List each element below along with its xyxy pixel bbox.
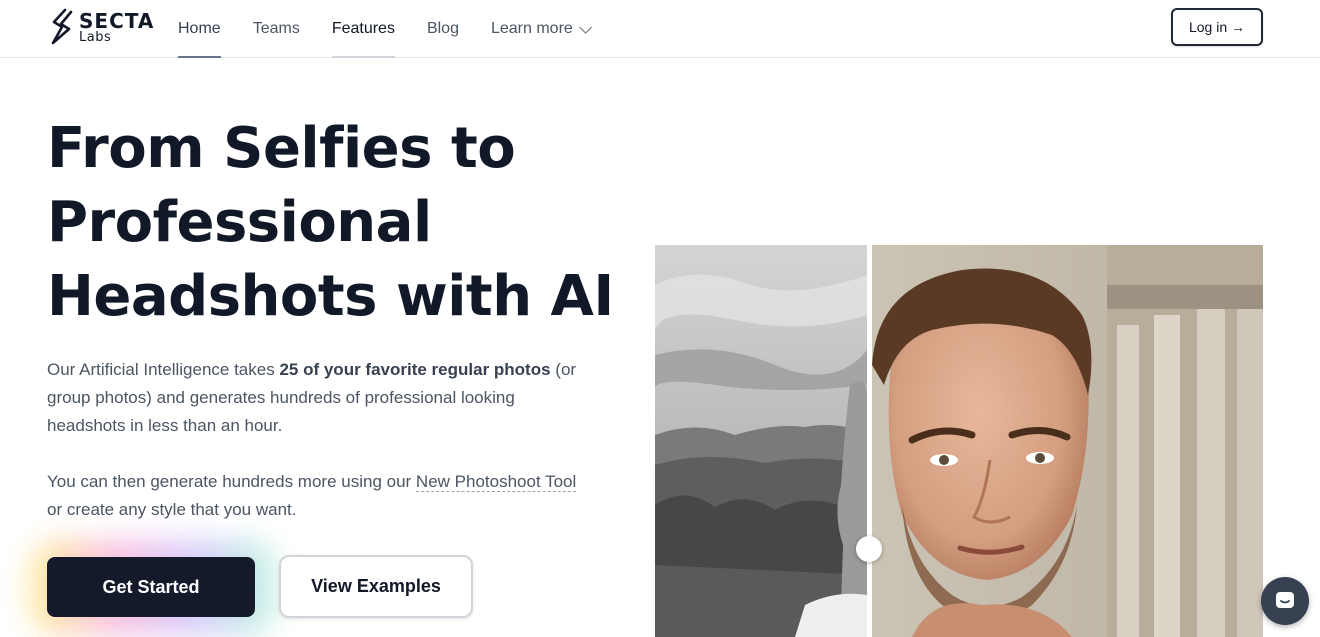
nav-home[interactable]: Home xyxy=(178,0,221,58)
site-header: SECTA Labs Home Teams Features Blog Lear… xyxy=(0,0,1320,58)
photoshoot-tool-link[interactable]: New Photoshoot Tool xyxy=(415,472,577,492)
photoshoot-text-1: You can then generate hundreds more usin… xyxy=(47,472,416,491)
hero-desc-text-1: Our Artificial Intelligence takes xyxy=(47,360,280,379)
brand-logo[interactable]: SECTA Labs xyxy=(47,6,157,48)
hero-desc-bold: 25 of your favorite regular photos xyxy=(279,360,551,379)
login-button[interactable]: Log in → xyxy=(1171,8,1263,46)
photoshoot-text-2: or create any style that you want. xyxy=(47,500,297,519)
hero-title-line-2: Professional xyxy=(47,190,432,255)
hero-title-line-3: Headshots with AI xyxy=(47,264,614,329)
nav-home-label: Home xyxy=(178,20,221,37)
nav-learn-more[interactable]: Learn more xyxy=(490,0,592,58)
nav-blog[interactable]: Blog xyxy=(427,0,459,58)
chevron-down-icon xyxy=(579,20,592,34)
nav-teams[interactable]: Teams xyxy=(253,0,300,58)
after-headshot-image xyxy=(872,245,1263,637)
brand-sub: Labs xyxy=(79,29,112,45)
hero-photoshoot-note: You can then generate hundreds more usin… xyxy=(47,468,587,524)
hero-title: From Selfies to Professional Headshots w… xyxy=(47,112,627,334)
get-started-button[interactable]: Get Started xyxy=(47,557,255,617)
nav-teams-label: Teams xyxy=(252,20,300,37)
before-after-comparison[interactable] xyxy=(655,245,1263,637)
main-nav: Home Teams Features Blog Learn more xyxy=(178,0,620,58)
nav-learn-more-label: Learn more xyxy=(490,20,573,37)
hero-title-line-1: From Selfies to xyxy=(47,116,516,181)
before-selfie-image xyxy=(655,245,867,637)
chat-widget-button[interactable] xyxy=(1261,577,1309,625)
brand-name: SECTA xyxy=(79,8,155,33)
nav-blog-label: Blog xyxy=(426,20,459,37)
brand-wordmark: SECTA Labs xyxy=(79,11,154,44)
nav-features[interactable]: Features xyxy=(331,0,396,58)
view-examples-button[interactable]: View Examples xyxy=(279,555,473,618)
secta-logo-icon xyxy=(51,8,73,45)
hero-description: Our Artificial Intelligence takes 25 of … xyxy=(47,356,587,440)
nav-features-label: Features xyxy=(331,20,395,37)
chat-bubble-icon xyxy=(1276,592,1294,608)
comparison-slider-handle[interactable] xyxy=(856,536,882,562)
